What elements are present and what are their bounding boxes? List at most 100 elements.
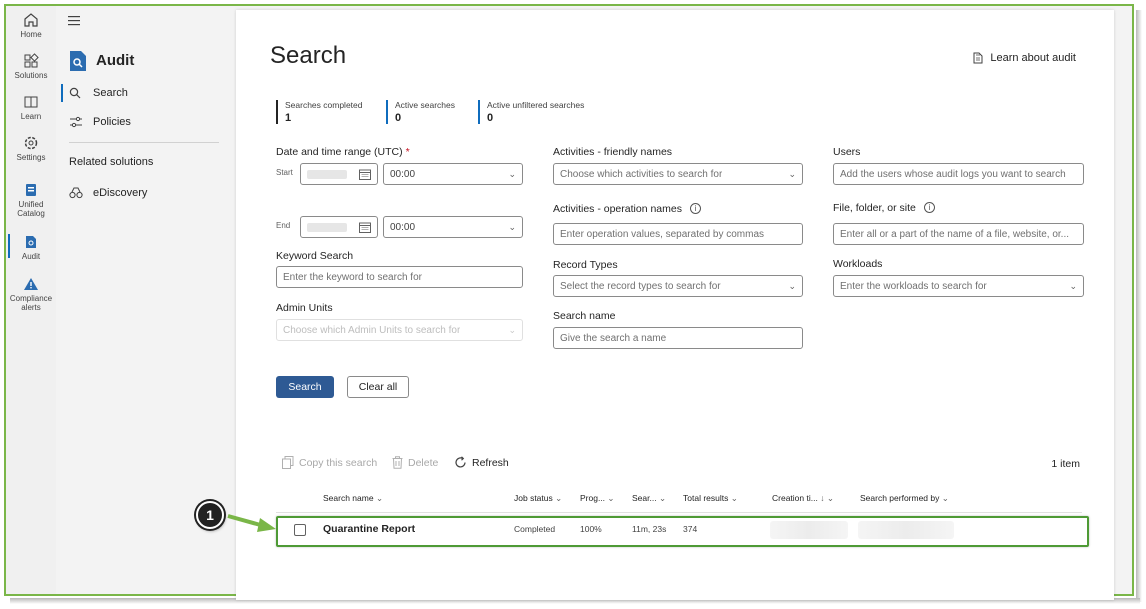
rail-label: Unified Catalog [17, 200, 45, 218]
end-date-picker[interactable] [300, 216, 378, 238]
end-time-select[interactable]: 00:00 ⌄ [383, 216, 523, 238]
file-folder-site-label: File, folder, or site i [833, 202, 935, 214]
rail-item-learn[interactable]: Learn [6, 94, 56, 121]
main-card: Search Learn about audit Searches comple… [236, 10, 1114, 600]
rail-item-solutions[interactable]: Solutions [6, 53, 56, 80]
column-header-search-time[interactable]: Sear... ⌄ [632, 493, 666, 504]
clear-all-button[interactable]: Clear all [347, 376, 409, 398]
column-header-creation-time[interactable]: Creation ti... ↓ ⌄ [772, 493, 834, 504]
column-header-label: Search performed by [860, 493, 940, 503]
rail-label: Home [20, 30, 42, 39]
row-search-name[interactable]: Quarantine Report [323, 523, 415, 535]
file-folder-site-input[interactable]: Enter all or a part of the name of a fil… [833, 223, 1084, 245]
gear-icon [24, 136, 38, 150]
rail-label: Settings [16, 153, 46, 162]
rail-label: Audit [21, 252, 41, 261]
rail-label: Solutions [14, 71, 48, 80]
record-types-select[interactable]: Select the record types to search for ⌄ [553, 275, 803, 297]
activities-friendly-select[interactable]: Choose which activities to search for ⌄ [553, 163, 803, 185]
rail-item-settings[interactable]: Settings [6, 135, 56, 162]
info-icon[interactable]: i [689, 203, 701, 214]
audit-app-icon [68, 50, 88, 77]
solutions-icon [24, 53, 39, 68]
nav-item-search[interactable]: Search [69, 82, 128, 104]
activities-operation-input[interactable]: Enter operation values, separated by com… [553, 223, 803, 245]
catalog-icon [26, 184, 36, 196]
nav-item-policies[interactable]: Policies [69, 111, 131, 133]
calendar-icon [359, 222, 371, 233]
stat-value: 0 [487, 112, 494, 124]
learn-about-audit-link[interactable]: Learn about audit [973, 52, 1076, 64]
rail-label: Learn [20, 112, 42, 121]
column-header-label: Creation ti... [772, 493, 818, 503]
workloads-select[interactable]: Enter the workloads to search for ⌄ [833, 275, 1084, 297]
column-header-performed-by[interactable]: Search performed by ⌄ [860, 493, 949, 504]
chevron-down-icon: ⌄ [607, 493, 615, 503]
end-time-value: 00:00 [390, 221, 416, 233]
row-progress: 100% [580, 524, 602, 534]
copy-search-label: Copy this search [299, 456, 378, 469]
activities-friendly-label: Activities - friendly names [553, 146, 673, 158]
search-button[interactable]: Search [276, 376, 334, 398]
column-header-label: Total results [683, 493, 729, 503]
alert-icon [24, 278, 38, 290]
workloads-placeholder: Enter the workloads to search for [840, 280, 987, 292]
table-header-divider [276, 512, 1082, 513]
copy-search-button[interactable]: Copy this search [282, 456, 377, 469]
file-folder-site-placeholder: Enter all or a part of the name of a fil… [840, 228, 1070, 240]
activities-operation-label: Activities - operation names i [553, 203, 701, 215]
app-title: Audit [96, 52, 135, 69]
keyword-search-placeholder: Enter the keyword to search for [283, 271, 422, 283]
column-header-label: Search name [323, 493, 374, 503]
column-header-total-results[interactable]: Total results ⌄ [683, 493, 738, 504]
refresh-icon [455, 456, 466, 468]
column-header-label: Prog... [580, 493, 606, 503]
chevron-down-icon: ⌄ [658, 493, 667, 503]
delete-label: Delete [408, 456, 439, 469]
stat-searches-completed: Searches completed 1 [276, 100, 363, 124]
delete-button[interactable]: Delete [392, 456, 438, 469]
search-name-input[interactable]: Give the search a name [553, 327, 803, 349]
sliders-icon [69, 116, 93, 128]
activities-friendly-placeholder: Choose which activities to search for [560, 168, 723, 180]
row-search-time: 11m, 23s [632, 524, 667, 534]
rail-item-unified-catalog[interactable]: Unified Catalog [6, 182, 56, 218]
stat-label: Active unfiltered searches [487, 100, 585, 110]
trash-icon [392, 456, 403, 469]
refresh-label: Refresh [472, 456, 509, 469]
row-checkbox[interactable] [294, 524, 306, 536]
record-types-label: Record Types [553, 259, 618, 271]
chevron-down-icon: ⌄ [508, 168, 516, 179]
column-header-search-name[interactable]: Search name ⌄ [323, 493, 383, 504]
nav-item-label: Policies [93, 116, 131, 128]
rail-item-audit[interactable]: Audit [6, 234, 56, 261]
keyword-search-input[interactable]: Enter the keyword to search for [276, 266, 523, 288]
rail-label: Compliance alerts [9, 294, 53, 312]
rail-item-compliance-alerts[interactable]: Compliance alerts [6, 276, 56, 312]
column-header-progress[interactable]: Prog... ⌄ [580, 493, 615, 504]
chevron-down-icon: ⌄ [555, 493, 563, 503]
admin-units-select[interactable]: Choose which Admin Units to search for ⌄ [276, 319, 523, 341]
column-header-label: Job status [514, 493, 553, 503]
nav-item-label: eDiscovery [93, 187, 148, 199]
hamburger-menu-icon[interactable] [68, 14, 82, 32]
keyword-search-label: Keyword Search [276, 250, 354, 262]
copy-icon [282, 456, 294, 469]
ediscovery-icon [69, 187, 93, 199]
home-icon [24, 13, 38, 27]
start-time-select[interactable]: 00:00 ⌄ [383, 163, 523, 185]
row-creation-time-redacted [770, 521, 848, 539]
chevron-down-icon: ⌄ [826, 493, 834, 503]
users-input[interactable]: Add the users whose audit logs you want … [833, 163, 1084, 185]
start-date-picker[interactable] [300, 163, 378, 185]
chevron-down-icon: ⌄ [730, 493, 738, 503]
info-icon[interactable]: i [923, 202, 935, 213]
nav-item-ediscovery[interactable]: eDiscovery [69, 182, 147, 204]
rail-item-home[interactable]: Home [6, 12, 56, 39]
book-icon [24, 96, 38, 108]
chevron-down-icon: ⌄ [788, 168, 796, 179]
column-header-job-status[interactable]: Job status ⌄ [514, 493, 562, 504]
end-date-value [307, 223, 347, 232]
callout-badge: 1 [196, 501, 224, 529]
refresh-button[interactable]: Refresh [454, 456, 509, 469]
